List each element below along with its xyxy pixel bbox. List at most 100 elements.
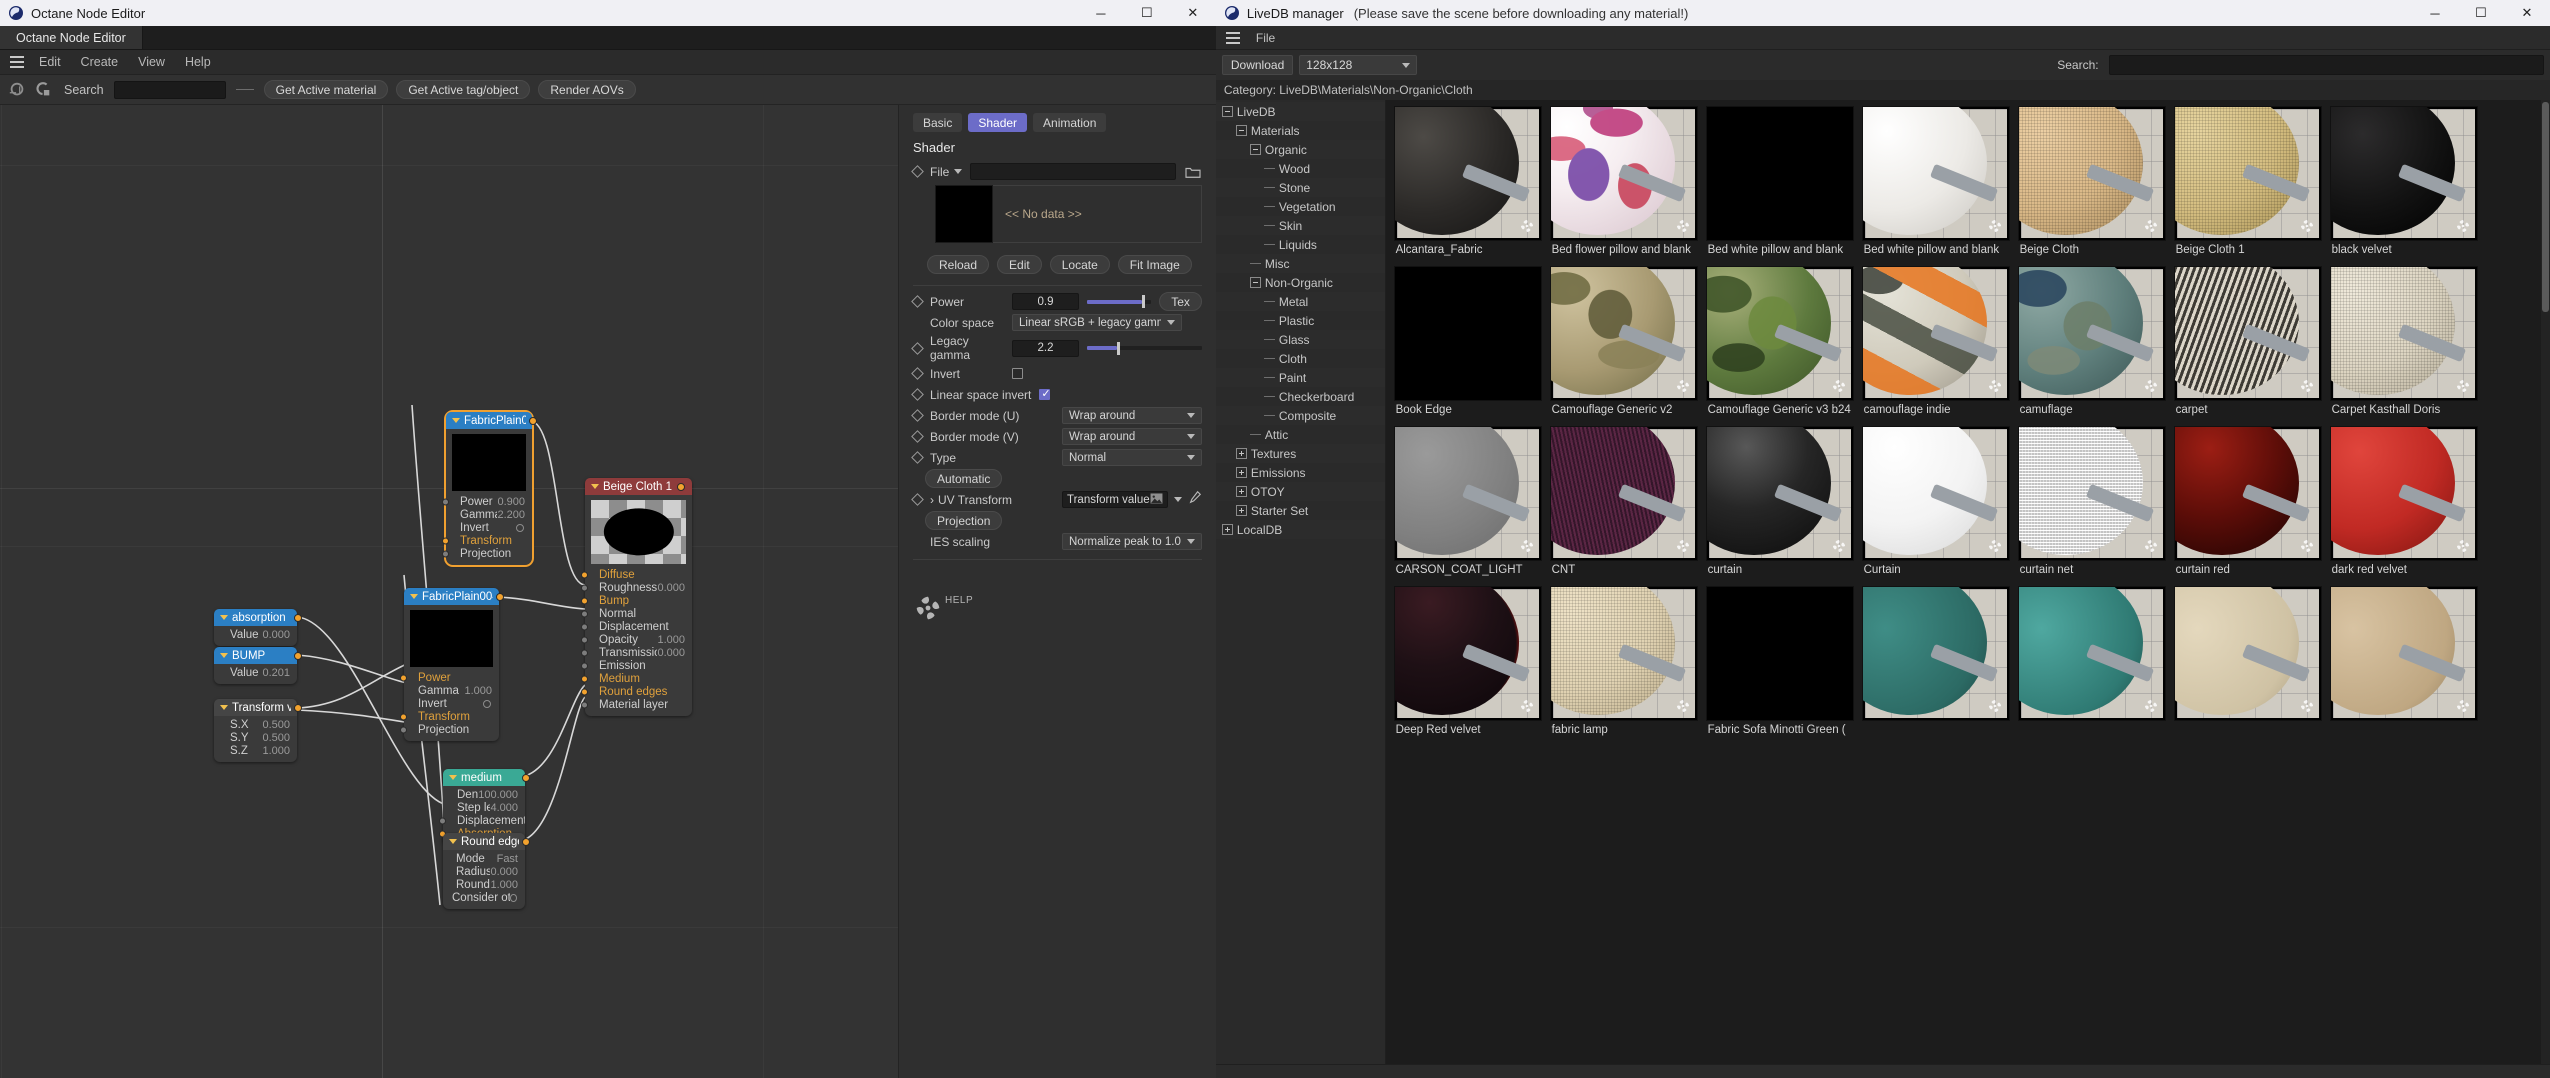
invert-checkbox[interactable] xyxy=(516,523,524,532)
material-cell[interactable]: Curtain xyxy=(1858,426,2014,578)
animate-diamond-icon[interactable] xyxy=(911,341,924,355)
material-cell[interactable]: CNT xyxy=(1546,426,1702,578)
menu-view[interactable]: View xyxy=(129,53,174,71)
tree-item-non-organic[interactable]: Non-Organic xyxy=(1216,273,1385,292)
color-space-dropdown[interactable]: Linear sRGB + legacy gamma xyxy=(1012,314,1182,331)
node-row-opacity[interactable]: Opacity 1.000 xyxy=(581,633,692,646)
render-aovs-button[interactable]: Render AOVs xyxy=(538,80,636,99)
scrollbar-thumb[interactable] xyxy=(2542,102,2549,312)
material-thumbnail[interactable] xyxy=(1705,426,1854,561)
material-thumbnail[interactable] xyxy=(1549,426,1698,561)
material-cell[interactable]: Camouflage Generic v3 b24 xyxy=(1702,266,1858,418)
material-thumbnail[interactable] xyxy=(1393,106,1542,241)
power-slider[interactable] xyxy=(1087,295,1152,308)
material-cell[interactable]: black velvet xyxy=(2326,106,2482,258)
animate-diamond-icon[interactable] xyxy=(911,451,924,464)
ies-scaling-dropdown[interactable]: Normalize peak to 1.0 xyxy=(1062,533,1202,550)
input-port[interactable] xyxy=(581,662,588,669)
node-row-density[interactable]: Density 100.000 xyxy=(443,788,525,801)
material-cell[interactable]: camuflage xyxy=(2014,266,2170,418)
node-row-mode[interactable]: Mode Fast xyxy=(443,852,525,865)
animate-diamond-icon[interactable] xyxy=(911,295,924,308)
material-thumbnail[interactable] xyxy=(1861,106,2010,241)
invert-checkbox[interactable] xyxy=(1012,368,1023,379)
type-dropdown[interactable]: Normal xyxy=(1062,449,1202,466)
tree-item-livedb[interactable]: LiveDB xyxy=(1215,102,1385,121)
material-thumbnail[interactable] xyxy=(1549,586,1698,721)
tree-item-checkerboard[interactable]: Checkerboard xyxy=(1216,387,1385,406)
node-row-value[interactable]: Value 0.000 xyxy=(214,628,297,641)
node-header[interactable]: Round edges xyxy=(443,833,530,850)
maximize-button[interactable]: ☐ xyxy=(2458,0,2504,26)
node-row-gamma[interactable]: Gamma 2.200 xyxy=(446,508,532,521)
invert-checkbox[interactable] xyxy=(483,699,491,708)
tree-item-otoy[interactable]: OTOY xyxy=(1215,482,1385,501)
tree-item-textures[interactable]: Textures xyxy=(1215,444,1385,463)
node-row-emission[interactable]: Emission xyxy=(581,659,692,672)
node-output-port[interactable] xyxy=(677,482,685,491)
slider-knob[interactable] xyxy=(1142,295,1146,308)
material-cell[interactable]: Book Edge xyxy=(1390,266,1546,418)
material-thumbnail[interactable] xyxy=(2173,266,2322,401)
tree-item-localdb[interactable]: LocalDB xyxy=(1215,520,1385,539)
tree-item-vegetation[interactable]: Vegetation xyxy=(1216,197,1385,216)
material-cell[interactable] xyxy=(2326,586,2482,738)
node-absorption[interactable]: absorption Value 0.000 xyxy=(214,609,302,646)
locate-button[interactable]: Locate xyxy=(1049,255,1110,274)
material-cell[interactable]: Bed white pillow and blank xyxy=(1858,106,2014,258)
node-header[interactable]: medium xyxy=(443,769,530,786)
material-thumbnail[interactable] xyxy=(2017,586,2166,721)
close-button[interactable]: ✕ xyxy=(2504,0,2550,26)
material-cell[interactable]: Beige Cloth 1 xyxy=(2170,106,2326,258)
material-cell[interactable]: Fabric Sofa Minotti Green ( xyxy=(1702,586,1858,738)
node-row-sz[interactable]: S.Z 1.000 xyxy=(214,744,297,757)
material-cell[interactable]: curtain net xyxy=(2014,426,2170,578)
material-cell[interactable]: Deep Red velvet xyxy=(1390,586,1546,738)
tree-item-paint[interactable]: Paint xyxy=(1215,368,1385,387)
node-output-port[interactable] xyxy=(522,773,530,782)
automatic-button[interactable]: Automatic xyxy=(925,469,1003,488)
expand-box-icon[interactable] xyxy=(1235,467,1247,478)
close-button[interactable]: ✕ xyxy=(1170,0,1216,26)
expand-box-icon[interactable] xyxy=(1221,524,1233,535)
minimize-button[interactable]: ─ xyxy=(2412,0,2458,26)
collapse-box-icon[interactable] xyxy=(1235,125,1247,136)
expand-chevron-icon[interactable]: › xyxy=(930,493,934,507)
node-header[interactable]: FabricPlain004 xyxy=(446,412,537,429)
chevron-down-icon[interactable] xyxy=(954,169,963,174)
tree-item-misc[interactable]: Misc xyxy=(1215,254,1385,273)
node-row-roughness[interactable]: Roughness 0.000 xyxy=(581,581,692,594)
node-header[interactable]: absorption xyxy=(214,609,302,626)
menu-create[interactable]: Create xyxy=(72,53,128,71)
node-output-port[interactable] xyxy=(294,703,302,712)
material-thumbnail[interactable] xyxy=(1861,266,2010,401)
get-active-material-button[interactable]: Get Active material xyxy=(263,80,389,99)
input-port[interactable] xyxy=(442,550,449,557)
collapse-triangle-icon[interactable] xyxy=(452,418,460,423)
collapse-triangle-icon[interactable] xyxy=(220,705,228,710)
tree-item-composite[interactable]: Composite xyxy=(1215,406,1385,425)
tree-item-stone[interactable]: Stone xyxy=(1215,178,1385,197)
hamburger-menu-icon[interactable] xyxy=(6,53,28,71)
material-cell[interactable]: camouflage indie xyxy=(1858,266,2014,418)
node-row-power[interactable]: Power 0.900 xyxy=(442,495,532,508)
animate-diamond-icon[interactable] xyxy=(911,165,924,178)
material-cell[interactable]: Beige Cloth xyxy=(2014,106,2170,258)
node-row-value[interactable]: Value 0.201 xyxy=(214,666,297,679)
node-output-port[interactable] xyxy=(529,416,537,425)
node-output-port[interactable] xyxy=(294,613,302,622)
input-port[interactable] xyxy=(581,597,588,604)
minimize-button[interactable]: ─ xyxy=(1078,0,1124,26)
maximize-button[interactable]: ☐ xyxy=(1124,0,1170,26)
node-output-port[interactable] xyxy=(522,837,530,846)
node-fabricplain004[interactable]: FabricPlain004 Power 0.900 Gamma 2.200 xyxy=(442,410,537,567)
tree-item-metal[interactable]: Metal xyxy=(1215,292,1385,311)
tree-item-attic[interactable]: Attic xyxy=(1216,425,1385,444)
expand-box-icon[interactable] xyxy=(1235,505,1247,516)
material-thumbnail[interactable] xyxy=(2329,426,2478,561)
node-row-invert[interactable]: Invert xyxy=(404,697,499,710)
tree-item-emissions[interactable]: Emissions xyxy=(1216,463,1385,482)
animate-diamond-icon[interactable] xyxy=(911,388,924,401)
material-thumbnail[interactable] xyxy=(1705,106,1854,241)
input-port[interactable] xyxy=(442,537,449,544)
